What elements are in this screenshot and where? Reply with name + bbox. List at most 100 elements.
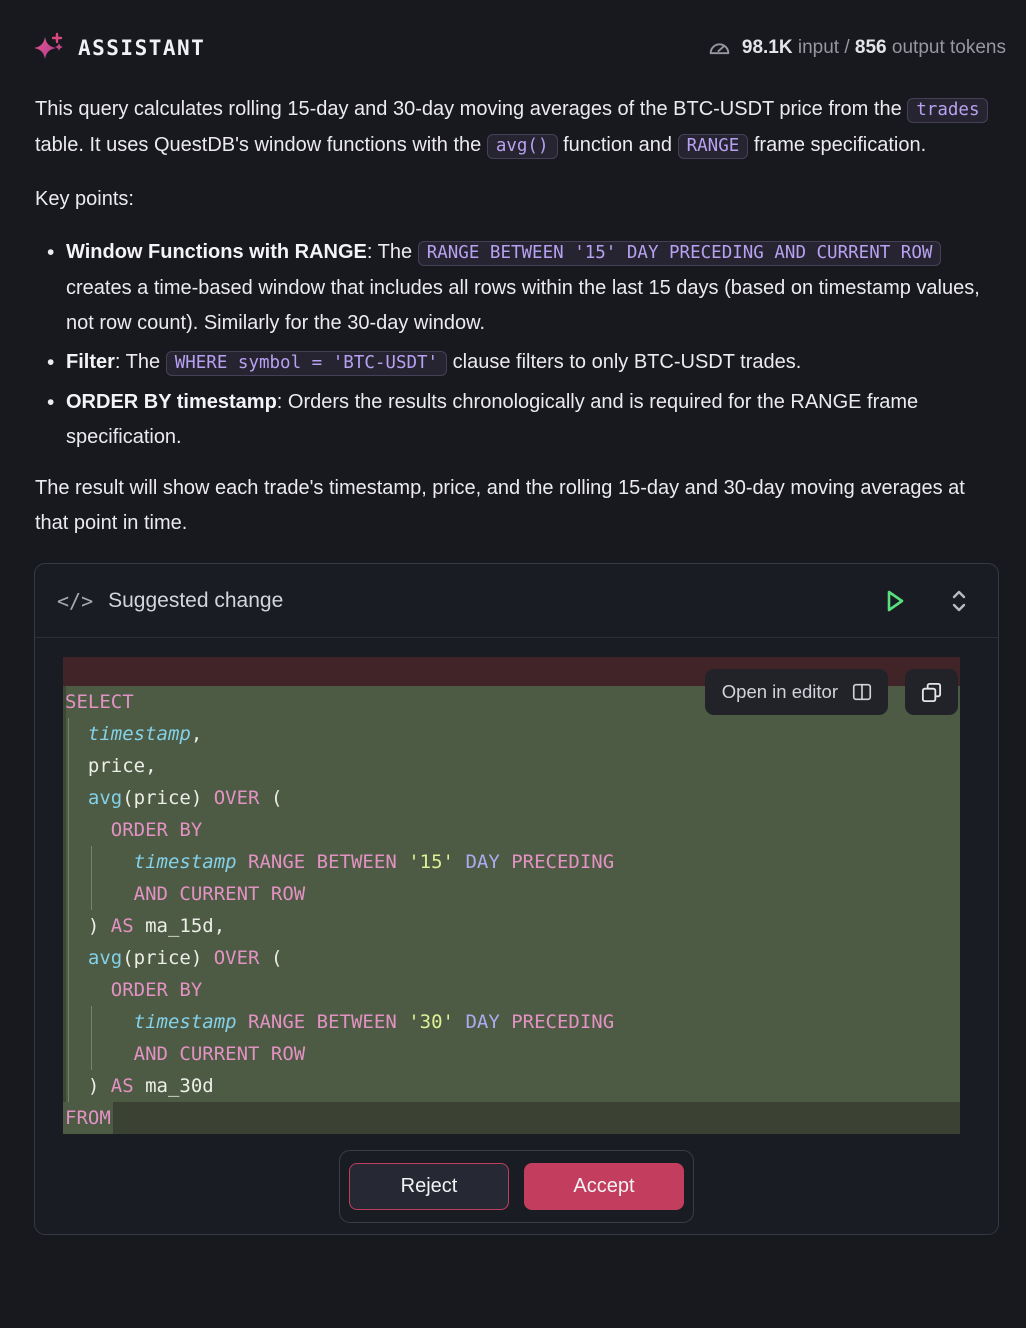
code-token: '30' [408, 1011, 454, 1033]
code-line: timestamp, [63, 718, 960, 750]
code-line: price, [63, 750, 960, 782]
code-token: (price) [122, 947, 214, 969]
suggestion-actions: Reject Accept [35, 1134, 998, 1234]
code-token: DAY [465, 1011, 499, 1033]
bold-text: Window Functions with RANGE [66, 241, 367, 263]
output-tokens-value: 856 [855, 37, 887, 58]
code-token [454, 851, 465, 873]
message-body: This query calculates rolling 15-day and… [0, 66, 1026, 541]
reject-button[interactable]: Reject [349, 1163, 509, 1210]
code-token: ma_30d [134, 1075, 214, 1097]
code-token: , [191, 723, 202, 745]
code-line: ORDER BY [63, 814, 960, 846]
code-line: ) AS ma_30d [63, 1070, 960, 1102]
token-usage: 98.1K input / 856 output tokens [707, 36, 1006, 61]
code-token: '15' [408, 851, 454, 873]
inline-code-chip: RANGE BETWEEN '15' DAY PRECEDING AND CUR… [418, 241, 942, 266]
run-query-button[interactable] [879, 584, 911, 618]
sparkles-icon [32, 30, 68, 66]
code-token [65, 723, 88, 745]
copy-code-button[interactable] [905, 669, 958, 715]
code-token: RANGE BETWEEN [248, 1011, 397, 1033]
code-token: ) [65, 1075, 111, 1097]
actions-panel: Reject Accept [339, 1150, 694, 1223]
code-line: timestamp RANGE BETWEEN '15' DAY PRECEDI… [63, 846, 960, 878]
code-token: timestamp [88, 723, 191, 745]
code-token: price, [65, 755, 157, 777]
code-token [65, 851, 134, 873]
code-token [65, 819, 111, 841]
split-pane-icon [851, 681, 873, 703]
message-header: ASSISTANT 98.1K input / 856 output token… [0, 0, 1026, 66]
gauge-icon [707, 36, 732, 61]
code-token: OVER [214, 787, 260, 809]
code-token: RANGE BETWEEN [248, 851, 397, 873]
code-brackets-icon: </> [57, 589, 93, 613]
code-token [397, 1011, 408, 1033]
code-token: timestamp [134, 851, 237, 873]
text-run: : The [115, 351, 166, 373]
role-label: ASSISTANT [78, 36, 205, 60]
copy-icon [920, 681, 943, 704]
inline-code-chip: RANGE [678, 134, 749, 159]
intro-paragraph: This query calculates rolling 15-day and… [35, 92, 993, 164]
code-token [237, 851, 248, 873]
closing-paragraph: The result will show each trade's timest… [35, 471, 993, 541]
code-line: avg(price) OVER ( [63, 942, 960, 974]
code-token [65, 979, 111, 1001]
code-token [65, 883, 134, 905]
open-in-editor-button[interactable]: Open in editor [705, 669, 888, 715]
code-token [65, 947, 88, 969]
code-token: ) [65, 915, 111, 937]
token-usage-text: 98.1K input / 856 output tokens [742, 37, 1006, 59]
code-token: avg [88, 787, 122, 809]
bold-text: Filter [66, 351, 115, 373]
code-line: avg(price) OVER ( [63, 782, 960, 814]
code-token: ( [260, 947, 283, 969]
code-line: AND CURRENT ROW [63, 1038, 960, 1070]
assistant-message-view: ASSISTANT 98.1K input / 856 output token… [0, 0, 1026, 1328]
key-points-heading: Key points: [35, 182, 993, 217]
code-token: SELECT [65, 691, 134, 713]
code-line: ) AS ma_15d, [63, 910, 960, 942]
code-token: ma_15d, [134, 915, 226, 937]
code-token: AND CURRENT ROW [134, 1043, 306, 1065]
text-run: This query calculates rolling 15-day and… [35, 98, 907, 120]
suggested-change-card: </> Suggested change SELECT timestamp, p… [34, 563, 999, 1235]
text-run: creates a time-based window that include… [66, 277, 980, 334]
inline-code-chip: avg() [487, 134, 558, 159]
inline-code-chip: trades [907, 98, 988, 123]
collapse-expand-button[interactable] [944, 584, 974, 618]
chevrons-up-down-icon [948, 588, 970, 614]
diff-viewer[interactable]: SELECT timestamp, price, avg(price) OVER… [63, 657, 960, 1134]
card-divider [35, 637, 998, 638]
text-run: frame specification. [748, 134, 926, 156]
code-token [454, 1011, 465, 1033]
key-points-list: Window Functions with RANGE : The RANGE B… [35, 235, 993, 455]
code-token: ORDER BY [111, 979, 203, 1001]
code-token [65, 787, 88, 809]
play-icon [883, 588, 907, 614]
code-token: PRECEDING [511, 1011, 614, 1033]
key-point-item: Window Functions with RANGE: The RANGE B… [66, 235, 993, 341]
code-token: AS [111, 1075, 134, 1097]
code-line: ORDER BY [63, 974, 960, 1006]
accept-button[interactable]: Accept [524, 1163, 684, 1210]
code-token: avg [88, 947, 122, 969]
code-token [500, 851, 511, 873]
text-run: function and [558, 134, 678, 156]
code-token: DAY [465, 851, 499, 873]
code-token [65, 1043, 134, 1065]
code-token [500, 1011, 511, 1033]
code-token: ORDER BY [111, 819, 203, 841]
key-point-item: ORDER BY timestamp: Orders the results c… [66, 385, 993, 455]
code-token: PRECEDING [511, 851, 614, 873]
code-token [237, 1011, 248, 1033]
key-point-item: Filter: The WHERE symbol = 'BTC-USDT' cl… [66, 345, 993, 381]
code-line: timestamp RANGE BETWEEN '30' DAY PRECEDI… [63, 1006, 960, 1038]
code-token: AS [111, 915, 134, 937]
code-line: FROM [63, 1102, 960, 1134]
diff-added-code: SELECT timestamp, price, avg(price) OVER… [63, 686, 960, 1134]
code-token: AND CURRENT ROW [134, 883, 306, 905]
code-token [397, 851, 408, 873]
